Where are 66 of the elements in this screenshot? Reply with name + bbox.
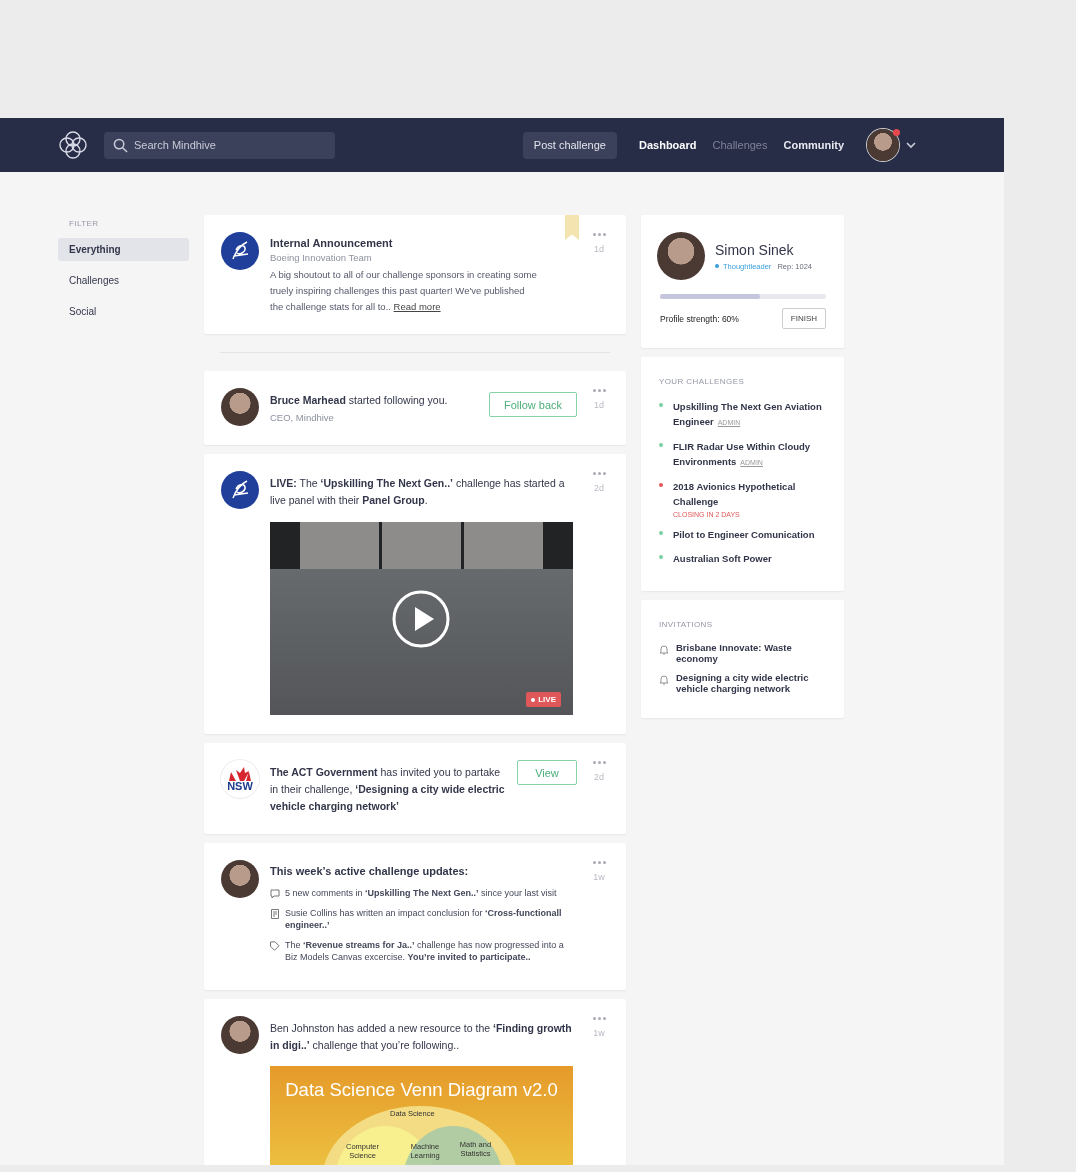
post-text: Bruce Marhead started following you.: [270, 393, 449, 408]
search-field[interactable]: Search Mindhive: [104, 131, 335, 159]
profile-strength: Profile strength: 60%: [660, 313, 739, 324]
user-avatar: [221, 1016, 259, 1054]
filter-item[interactable]: Social: [58, 300, 189, 323]
post-time: 1d: [594, 400, 604, 410]
post-text: The ACT Government has invited you to partake in their challenge, ‘Designing a city wide electric vehicle charging network’: [270, 765, 506, 814]
bell-icon: [659, 644, 669, 655]
filter-heading: FILTER: [69, 219, 100, 228]
challenge-title[interactable]: Pilot to Engineer Comunication: [673, 527, 815, 542]
post-time: 2d: [594, 772, 604, 782]
challenge-title[interactable]: Australian Soft Power: [673, 551, 772, 566]
invitation-title[interactable]: Designing a city wide electric vehicle charging network: [676, 672, 811, 694]
chevron-down-icon[interactable]: [906, 141, 916, 149]
post-text: LIVE: The ‘Upskilling The Next Gen..’ challenge has started a live panel with their Panel Group.: [270, 476, 566, 508]
user-avatar: [221, 388, 259, 426]
nav-tab[interactable]: Dashboard: [639, 139, 697, 151]
section-heading: INVITATIONS: [659, 620, 714, 629]
filter-item[interactable]: Everything: [58, 238, 189, 261]
flower-logo-icon[interactable]: [57, 129, 89, 161]
tag-icon: [270, 941, 280, 951]
profile-name: Simon Sinek: [715, 241, 795, 258]
post-time: 2d: [594, 483, 604, 493]
post-text: A big shoutout to all of our challenge sponsors in creating some truely inspiring challenges this past quarter! We've published the challenge stats for all to.. Read more: [270, 268, 538, 314]
user-avatar[interactable]: [867, 129, 899, 161]
comment-icon: [270, 889, 280, 899]
update-text: Susie Collins has written an impact conclusion for ‘Cross-functionall engineer..’: [285, 907, 563, 931]
government-logo: NSW: [221, 760, 259, 798]
user-avatar: [221, 860, 259, 898]
post-author: Boeing Innovation Team: [270, 252, 373, 263]
post-time: 1w: [593, 1028, 605, 1038]
play-icon[interactable]: [391, 589, 451, 649]
more-options-icon[interactable]: [592, 859, 606, 866]
read-more-link[interactable]: Read more: [393, 301, 441, 312]
update-text: The ‘Revenue streams for Ja..’ challenge has now progressed into a Biz Models Canvas excercise. You’re invited to participate..: [285, 939, 565, 963]
challenge-title[interactable]: 2018 Avionics Hypothetical Challenge: [673, 479, 826, 509]
bell-icon: [659, 674, 669, 685]
status-dot: [715, 264, 719, 268]
update-text: 5 new comments in ‘Upskilling The Next Gen..’ since your last visit: [285, 887, 558, 899]
post-time: 1w: [593, 872, 605, 882]
company-logo-icon: [221, 232, 259, 270]
more-options-icon[interactable]: [592, 231, 606, 238]
more-options-icon[interactable]: [592, 387, 606, 394]
more-options-icon[interactable]: [592, 1015, 606, 1022]
post-challenge-button[interactable]: Post challenge: [522, 131, 617, 159]
search-icon: [113, 137, 128, 153]
company-logo-icon: [221, 471, 259, 509]
post-title: Internal Announcement: [270, 237, 394, 249]
filter-item[interactable]: Challenges: [58, 269, 189, 292]
invitation-title[interactable]: Brisbane Innovate: Waste economy: [676, 642, 811, 664]
post-time: 1d: [594, 244, 604, 254]
section-heading: YOUR CHALLENGES: [659, 377, 746, 386]
bookmark-ribbon[interactable]: [565, 215, 579, 240]
post-text: Ben Johnston has added a new resource to the ‘Finding growth in digi..’ challenge that you’re following..: [270, 1021, 573, 1053]
finish-button[interactable]: FINISH: [781, 308, 826, 329]
video-placeholder[interactable]: LIVE: [270, 522, 573, 715]
diagram-title: Data Science Venn Diagram v2.0: [284, 1079, 559, 1101]
nav-tab[interactable]: Challenges: [712, 139, 768, 151]
post-title: This week’s active challenge updates:: [270, 865, 470, 877]
nav-tab[interactable]: Community: [783, 139, 844, 151]
more-options-icon[interactable]: [592, 759, 606, 766]
document-icon: [270, 909, 280, 919]
more-options-icon[interactable]: [592, 470, 606, 477]
follower-role: CEO, Mindhive: [270, 412, 335, 423]
live-badge: LIVE: [526, 692, 561, 707]
profile-avatar: [657, 232, 705, 280]
